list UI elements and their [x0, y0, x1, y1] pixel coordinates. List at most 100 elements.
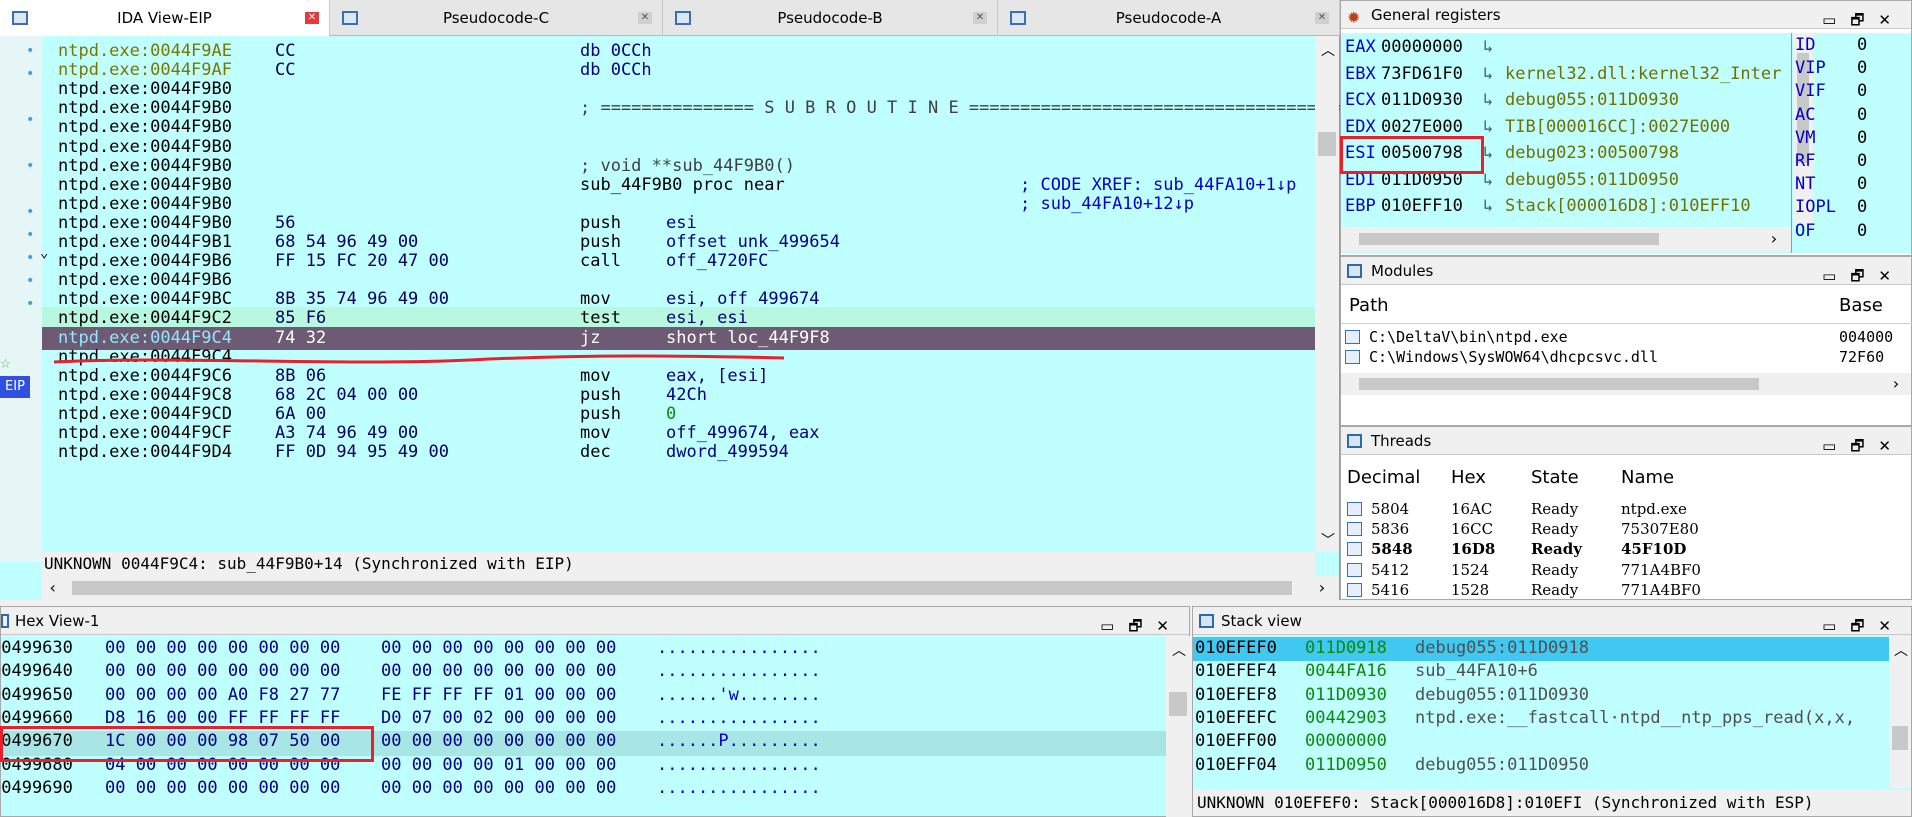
close-icon[interactable]: ✕	[305, 12, 319, 24]
register-row[interactable]: EBX 73FD61F0 ↳ kernel32.dll:kernel32_Inter	[1345, 61, 1789, 87]
column-header-decimal[interactable]: Decimal	[1347, 467, 1420, 488]
stack-row[interactable]: 010EFF04 011D0950 debug055:011D0950	[1193, 754, 1887, 777]
chevron-up-icon[interactable]: ︿	[1321, 40, 1335, 60]
window-buttons[interactable]: ▭🗗✕	[1822, 6, 1905, 34]
horizontal-scrollbar[interactable]: ›	[1341, 227, 1791, 251]
thread-row[interactable]: 5412 1524 Ready 771A4BF0	[1347, 560, 1907, 580]
stack-row[interactable]: 010EFF00 00000000	[1193, 730, 1887, 753]
stack-value[interactable]: 0044FA16	[1305, 660, 1387, 683]
thread-decimal: 5804	[1371, 500, 1410, 518]
scrollbar-thumb[interactable]	[1318, 132, 1336, 156]
register-value[interactable]: 73FD61F0	[1381, 61, 1463, 87]
stack-row[interactable]: 010EFEF0 011D0918 debug055:011D0918	[1193, 637, 1887, 660]
chevron-left-icon[interactable]: ‹	[48, 578, 58, 597]
window-buttons[interactable]: ▭🗗✕	[1822, 262, 1905, 290]
scrollbar-thumb[interactable]	[72, 581, 1292, 595]
register-row[interactable]: EAX 00000000 ↳	[1345, 34, 1789, 60]
hex-row[interactable]: 00499650 00 00 00 00 A0 F8 27 77 FE FF FF …	[0, 684, 1161, 707]
tab-ida-view-eip[interactable]: IDA View-EIP ✕	[0, 0, 330, 36]
stack-value[interactable]: 011D0950	[1305, 754, 1387, 777]
close-icon[interactable]: ✕	[638, 12, 652, 24]
hex-row[interactable]: 00499690 00 00 00 00 00 00 00 00 00 00 00 …	[0, 777, 1161, 800]
stack-value[interactable]: 00000000	[1305, 730, 1387, 753]
flag-row[interactable]: VM 0	[1795, 127, 1891, 150]
hex-bytes-right[interactable]: FE FF FF FF 01 00 00 00	[381, 684, 616, 707]
register-value[interactable]: 011D0930	[1381, 87, 1463, 113]
hex-bytes-right[interactable]: D0 07 00 02 00 00 00 00	[381, 707, 616, 730]
register-row[interactable]: EBP 010EFF10 ↳ Stack[000016D8]:010EFF10	[1345, 193, 1789, 219]
chevron-right-icon[interactable]: ›	[1317, 578, 1327, 597]
jump-arrow-icon[interactable]: ↳	[1483, 61, 1493, 87]
scrollbar-thumb[interactable]	[1359, 378, 1759, 390]
thread-row[interactable]: 5836 16CC Ready 75307E80	[1347, 519, 1907, 539]
module-row[interactable]: C:\Windows\SysWOW64\dhcpcsvc.dll 72F60	[1345, 347, 1911, 367]
hex-bytes-right[interactable]: 00 00 00 00 00 00 00 00	[381, 777, 616, 800]
scrollbar-thumb[interactable]	[1169, 692, 1187, 716]
tab-pseudocode-a[interactable]: Pseudocode-A ✕	[998, 0, 1340, 36]
thread-row[interactable]: 5416 1528 Ready 771A4BF0	[1347, 580, 1907, 600]
column-header-state[interactable]: State	[1531, 467, 1579, 488]
chevron-down-icon[interactable]: ⌄	[40, 245, 54, 261]
stack-value[interactable]: 011D0930	[1305, 684, 1387, 707]
flag-row[interactable]: AC 0	[1795, 104, 1891, 127]
hex-bytes-left[interactable]: 00 00 00 00 00 00 00 00	[105, 660, 340, 683]
jump-arrow-icon[interactable]: ↳	[1483, 193, 1493, 219]
horizontal-scrollbar[interactable]: ‹ ›	[42, 576, 1339, 600]
chevron-right-icon[interactable]: ›	[1769, 229, 1779, 248]
flag-row[interactable]: RF 0	[1795, 150, 1891, 173]
flag-row[interactable]: ID 0	[1795, 34, 1891, 57]
vertical-scrollbar[interactable]: ︿ ﹀	[1315, 36, 1339, 552]
flag-row[interactable]: VIP 0	[1795, 57, 1891, 80]
vertical-scrollbar[interactable]: ︿	[1166, 636, 1190, 817]
hex-bytes-right[interactable]: 00 00 00 00 01 00 00 00	[381, 754, 616, 777]
chevron-up-icon[interactable]: ︿	[1172, 640, 1186, 660]
register-row[interactable]: ECX 011D0930 ↳ debug055:011D0930	[1345, 87, 1789, 113]
horizontal-scrollbar[interactable]: ›	[1341, 373, 1911, 395]
chevron-right-icon[interactable]: ›	[1891, 374, 1901, 393]
hex-bytes-left[interactable]: 00 00 00 00 00 00 00 00	[105, 777, 340, 800]
jump-arrow-icon[interactable]: ↳	[1483, 114, 1493, 140]
jump-arrow-icon[interactable]: ↳	[1483, 87, 1493, 113]
jump-arrow-icon[interactable]: ↳	[1483, 167, 1493, 193]
stack-row[interactable]: 010EFEF4 0044FA16 sub_44FA10+6	[1193, 660, 1887, 683]
flag-row[interactable]: NT 0	[1795, 173, 1891, 196]
register-value[interactable]: 010EFF10	[1381, 193, 1463, 219]
column-header-path[interactable]: Path	[1349, 295, 1389, 316]
stack-row[interactable]: 010EFEFC 00442903 ntpd.exe:__fastcall·ntpd…	[1193, 707, 1887, 730]
flag-row[interactable]: IOPL 0	[1795, 196, 1891, 219]
stack-value[interactable]: 00442903	[1305, 707, 1387, 730]
ida-view[interactable]: • • • • • • • • • ⌄ ☆ EIP ntpd.exe:0044F…	[0, 36, 1368, 600]
hex-row[interactable]: 00499640 00 00 00 00 00 00 00 00 00 00 00 …	[0, 660, 1161, 683]
scrollbar-thumb[interactable]	[1892, 726, 1908, 750]
hex-bytes-left[interactable]: 00 00 00 00 A0 F8 27 77	[105, 684, 340, 707]
register-value[interactable]: 00000000	[1381, 34, 1463, 60]
tab-pseudocode-b[interactable]: Pseudocode-B ✕	[663, 0, 998, 36]
close-icon[interactable]: ✕	[973, 12, 987, 24]
hex-bytes-left[interactable]: 00 00 00 00 00 00 00 00	[105, 637, 340, 660]
jump-arrow-icon[interactable]: ↳	[1483, 34, 1493, 60]
chevron-down-icon[interactable]: ﹀	[1321, 530, 1335, 550]
hex-bytes-right[interactable]: 00 00 00 00 00 00 00 00	[381, 730, 616, 753]
column-header-name[interactable]: Name	[1621, 467, 1674, 488]
stack-row[interactable]: 010EFEF8 011D0930 debug055:011D0930	[1193, 684, 1887, 707]
jump-arrow-icon[interactable]: ↳	[1483, 140, 1493, 166]
tab-pseudocode-c[interactable]: Pseudocode-C ✕	[330, 0, 663, 36]
vertical-scrollbar[interactable]: ︿	[1889, 636, 1911, 788]
close-icon[interactable]: ✕	[1315, 12, 1329, 24]
hex-row[interactable]: 00499630 00 00 00 00 00 00 00 00 00 00 00 …	[0, 637, 1161, 660]
chevron-up-icon[interactable]: ︿	[1894, 640, 1908, 660]
thread-state: Ready	[1531, 500, 1579, 518]
stack-value[interactable]: 011D0918	[1305, 637, 1387, 660]
thread-row[interactable]: 5848 16D8 Ready 45F10D	[1347, 539, 1907, 559]
hex-bytes-right[interactable]: 00 00 00 00 00 00 00 00	[381, 637, 616, 660]
flag-row[interactable]: OF 0	[1795, 220, 1891, 243]
hex-bytes-right[interactable]: 00 00 00 00 00 00 00 00	[381, 660, 616, 683]
scrollbar-thumb[interactable]	[1359, 233, 1659, 245]
module-row[interactable]: C:\DeltaV\bin\ntpd.exe 004000	[1345, 327, 1911, 347]
column-header-base[interactable]: Base	[1839, 295, 1883, 316]
flag-row[interactable]: VIF 0	[1795, 80, 1891, 103]
column-header-hex[interactable]: Hex	[1451, 467, 1486, 488]
thread-row[interactable]: 5804 16AC Ready ntpd.exe	[1347, 499, 1907, 519]
window-buttons[interactable]: ▭🗗✕	[1822, 432, 1905, 460]
disasm-line[interactable]: ntpd.exe:0044F9C4 74 32 jz short loc_44F9F8	[42, 326, 1315, 350]
